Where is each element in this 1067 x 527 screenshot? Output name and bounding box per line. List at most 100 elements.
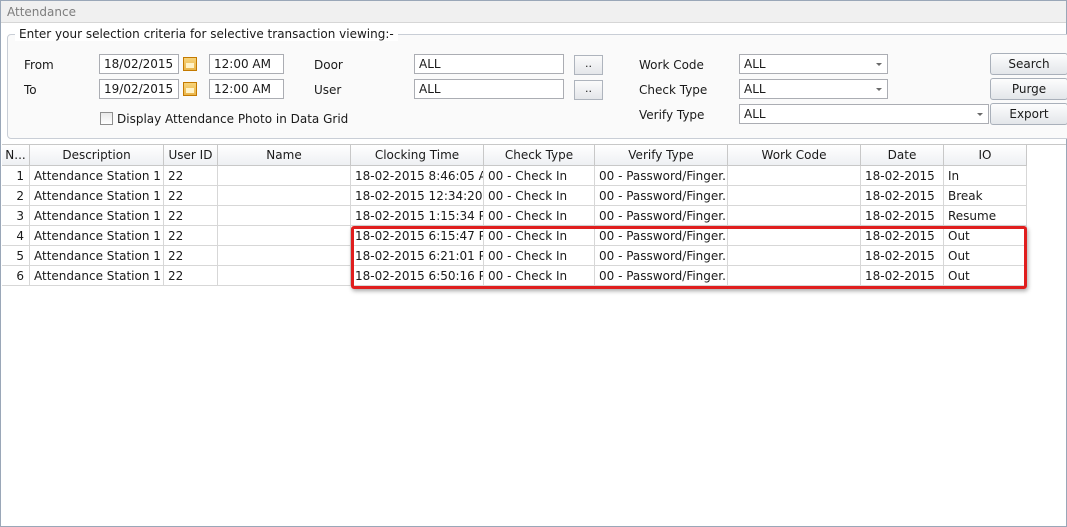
cell-date: 18-02-2015 <box>861 246 944 266</box>
cell-description: Attendance Station 1 <box>30 226 164 246</box>
header-col-number[interactable]: N... <box>2 145 30 166</box>
check-type-value: ALL <box>744 82 766 96</box>
cell-number: 4 <box>2 226 30 246</box>
cell-name <box>218 246 351 266</box>
cell-name <box>218 186 351 206</box>
work-code-label: Work Code <box>639 58 704 72</box>
header-col-user-id[interactable]: User ID <box>164 145 218 166</box>
cell-work-code <box>728 166 861 186</box>
cell-number: 1 <box>2 166 30 186</box>
cell-work-code <box>728 206 861 226</box>
table-row[interactable]: 5 Attendance Station 1 22 18-02-2015 6:21:0… <box>2 246 1027 266</box>
chevron-down-icon <box>977 113 983 116</box>
header-col-clocking-time[interactable]: Clocking Time <box>351 145 484 166</box>
to-calendar-icon[interactable] <box>183 82 197 96</box>
cell-io: Break <box>944 186 1027 206</box>
table-row[interactable]: 1 Attendance Station 1 22 18-02-2015 8:46:0… <box>2 166 1027 186</box>
from-label: From <box>24 58 54 72</box>
check-type-label: Check Type <box>639 83 708 97</box>
verify-type-label: Verify Type <box>639 108 705 122</box>
cell-user-id: 22 <box>164 246 218 266</box>
cell-clocking-time: 18-02-2015 6:50:16 PM <box>351 266 484 286</box>
cell-verify-type: 00 - Password/Finger... <box>595 226 728 246</box>
cell-clocking-time: 18-02-2015 12:34:20... <box>351 186 484 206</box>
cell-work-code <box>728 226 861 246</box>
verify-type-select[interactable]: ALL <box>739 104 989 124</box>
from-time-field[interactable]: 12:00 AM <box>209 54 284 74</box>
user-label: User <box>314 83 342 97</box>
cell-description: Attendance Station 1 <box>30 266 164 286</box>
table-row[interactable]: 3 Attendance Station 1 22 18-02-2015 1:15:3… <box>2 206 1027 226</box>
attendance-window: Attendance Enter your selection criteria… <box>0 0 1067 527</box>
export-button[interactable]: Export <box>990 103 1067 125</box>
header-col-date[interactable]: Date <box>861 145 944 166</box>
cell-clocking-time: 18-02-2015 6:15:47 PM <box>351 226 484 246</box>
to-date-field[interactable]: 19/02/2015 <box>99 79 179 99</box>
cell-verify-type: 00 - Password/Finger... <box>595 246 728 266</box>
cell-user-id: 22 <box>164 226 218 246</box>
to-label: To <box>24 83 37 97</box>
cell-number: 2 <box>2 186 30 206</box>
to-time-field[interactable]: 12:00 AM <box>209 79 284 99</box>
table-row[interactable]: 4 Attendance Station 1 22 18-02-2015 6:15:4… <box>2 226 1027 246</box>
cell-number: 5 <box>2 246 30 266</box>
cell-name <box>218 206 351 226</box>
cell-name <box>218 166 351 186</box>
from-date-field[interactable]: 18/02/2015 <box>99 54 179 74</box>
cell-check-type: 00 - Check In <box>484 226 595 246</box>
cell-io: In <box>944 166 1027 186</box>
cell-description: Attendance Station 1 <box>30 246 164 266</box>
window-title: Attendance <box>7 5 76 19</box>
header-col-io[interactable]: IO <box>944 145 1027 166</box>
verify-type-value: ALL <box>744 107 766 121</box>
door-browse-button[interactable]: .. <box>574 55 603 75</box>
cell-number: 3 <box>2 206 30 226</box>
cell-description: Attendance Station 1 <box>30 206 164 226</box>
cell-date: 18-02-2015 <box>861 266 944 286</box>
cell-description: Attendance Station 1 <box>30 186 164 206</box>
cell-work-code <box>728 266 861 286</box>
table-row[interactable]: 2 Attendance Station 1 22 18-02-2015 12:34:… <box>2 186 1027 206</box>
photo-checkbox[interactable] <box>100 112 113 125</box>
work-code-select[interactable]: ALL <box>739 54 888 74</box>
cell-check-type: 00 - Check In <box>484 266 595 286</box>
attendance-grid: N... Description User ID Name Clocking Time C… <box>2 144 1066 527</box>
user-browse-button[interactable]: .. <box>574 80 603 100</box>
header-col-verify-type[interactable]: Verify Type <box>595 145 728 166</box>
cell-io: Out <box>944 226 1027 246</box>
photo-checkbox-label: Display Attendance Photo in Data Grid <box>117 112 349 126</box>
header-col-work-code[interactable]: Work Code <box>728 145 861 166</box>
cell-io: Out <box>944 246 1027 266</box>
cell-check-type: 00 - Check In <box>484 206 595 226</box>
search-button[interactable]: Search <box>990 53 1067 75</box>
from-calendar-icon[interactable] <box>183 57 197 71</box>
user-field[interactable]: ALL <box>414 79 564 99</box>
cell-check-type: 00 - Check In <box>484 246 595 266</box>
cell-clocking-time: 18-02-2015 8:46:05 AM <box>351 166 484 186</box>
cell-verify-type: 00 - Password/Finger... <box>595 186 728 206</box>
door-field[interactable]: ALL <box>414 54 564 74</box>
header-col-description[interactable]: Description <box>30 145 164 166</box>
door-label: Door <box>314 58 343 72</box>
header-col-check-type[interactable]: Check Type <box>484 145 595 166</box>
criteria-legend: Enter your selection criteria for select… <box>15 27 398 41</box>
chevron-down-icon <box>876 63 882 66</box>
cell-number: 6 <box>2 266 30 286</box>
purge-button[interactable]: Purge <box>990 78 1067 100</box>
table-row[interactable]: 6 Attendance Station 1 22 18-02-2015 6:50:1… <box>2 266 1027 286</box>
cell-work-code <box>728 246 861 266</box>
cell-check-type: 00 - Check In <box>484 166 595 186</box>
cell-date: 18-02-2015 <box>861 186 944 206</box>
header-col-name[interactable]: Name <box>218 145 351 166</box>
check-type-select[interactable]: ALL <box>739 79 888 99</box>
cell-date: 18-02-2015 <box>861 166 944 186</box>
cell-name <box>218 266 351 286</box>
cell-user-id: 22 <box>164 206 218 226</box>
cell-user-id: 22 <box>164 166 218 186</box>
cell-clocking-time: 18-02-2015 1:15:34 PM <box>351 206 484 226</box>
cell-name <box>218 226 351 246</box>
cell-check-type: 00 - Check In <box>484 186 595 206</box>
title-bar: Attendance <box>1 1 1066 23</box>
cell-io: Out <box>944 266 1027 286</box>
cell-date: 18-02-2015 <box>861 206 944 226</box>
